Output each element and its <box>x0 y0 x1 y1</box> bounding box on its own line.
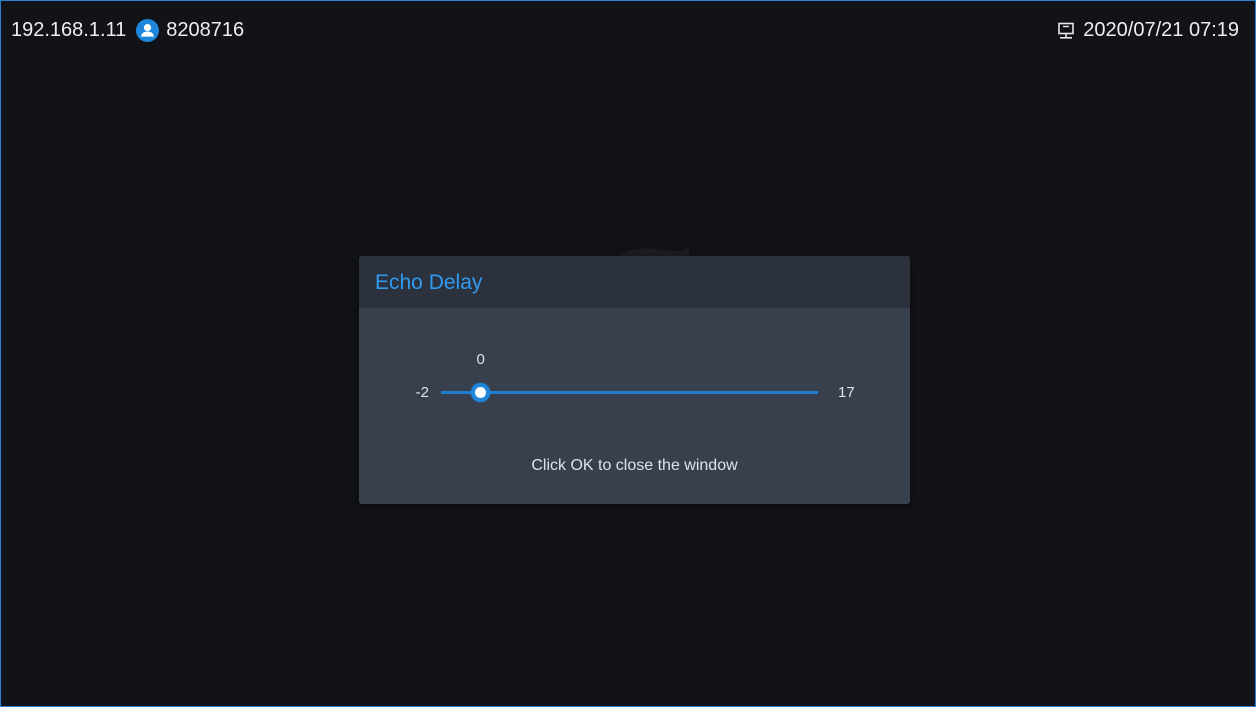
account-number: 8208716 <box>166 19 245 41</box>
datetime: 2020/07/21 07:19 <box>1083 19 1239 41</box>
ip-address: 192.168.1.11 <box>11 19 127 41</box>
slider-thumb[interactable] <box>471 383 491 402</box>
dialog-hint: Click OK to close the window <box>531 457 738 474</box>
echo-delay-slider[interactable] <box>441 383 818 402</box>
echo-delay-dialog: Echo Delay 0 -2 17 Click OK to close the… <box>359 256 910 504</box>
slider-max-label: 17 <box>838 384 855 401</box>
status-bar: 192.168.1.11 8208716 2020/07/21 07:19 <box>1 1 1255 63</box>
screen: 192.168.1.11 8208716 2020/07/21 07:19 Ec… <box>0 0 1256 707</box>
slider-value-label: 0 <box>476 351 485 368</box>
slider-min-label: -2 <box>415 384 429 401</box>
status-right: 2020/07/21 07:19 <box>1057 19 1239 42</box>
user-circle-icon <box>136 19 160 42</box>
wired-network-icon <box>1057 22 1075 40</box>
dialog-header: Echo Delay <box>359 256 910 308</box>
status-left: 192.168.1.11 8208716 <box>11 19 244 42</box>
dialog-title: Echo Delay <box>375 271 483 294</box>
